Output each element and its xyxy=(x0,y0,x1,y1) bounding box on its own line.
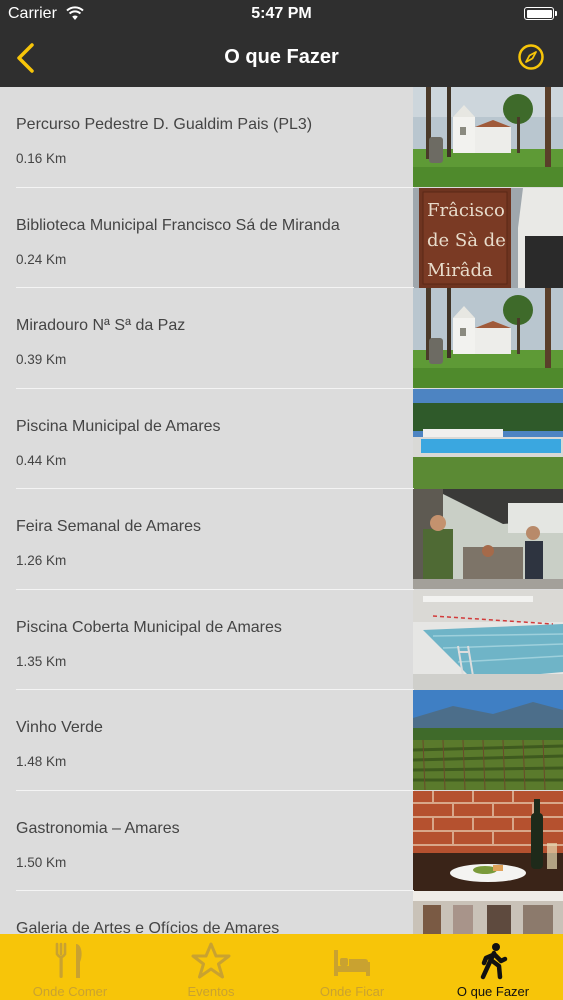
sign-text-line-2: de Sà de xyxy=(427,230,506,251)
list-item[interactable]: Miradouro Nª Sª da Paz 0.39 Km xyxy=(0,288,563,389)
item-thumbnail xyxy=(413,87,563,187)
list-item[interactable]: Galeria de Artes e Ofícios de Amares xyxy=(0,891,563,934)
list-item[interactable]: Piscina Coberta Municipal de Amares 1.35… xyxy=(0,589,563,690)
item-thumbnail xyxy=(413,790,563,891)
tab-onde-comer[interactable]: Onde Comer xyxy=(0,934,140,1000)
list-item[interactable]: Biblioteca Municipal Francisco Sá de Mir… xyxy=(0,187,563,288)
walking-person-icon xyxy=(480,943,508,980)
sign-text-line-3: Mirâda xyxy=(427,260,493,281)
item-thumbnail xyxy=(413,489,563,589)
item-distance: 1.50 Km xyxy=(16,854,67,870)
tab-onde-ficar[interactable]: Onde Ficar xyxy=(282,934,422,1000)
status-bar: Carrier 5:47 PM xyxy=(0,0,563,28)
activities-list[interactable]: Percurso Pedestre D. Gualdim Pais (PL3) … xyxy=(0,87,563,934)
item-title: Feira Semanal de Amares xyxy=(16,518,201,535)
item-title: Piscina Municipal de Amares xyxy=(16,417,221,435)
item-thumbnail xyxy=(413,891,563,934)
page-title: O que Fazer xyxy=(224,46,339,68)
item-thumbnail xyxy=(413,388,563,489)
list-item[interactable]: Vinho Verde 1.48 Km xyxy=(0,690,563,791)
item-title: Vinho Verde xyxy=(16,719,103,736)
tab-label: O que Fazer xyxy=(456,984,530,999)
item-title: Piscina Coberta Municipal de Amares xyxy=(16,618,282,636)
star-icon xyxy=(191,942,231,979)
item-thumbnail xyxy=(413,589,563,690)
list-item[interactable]: Gastronomia – Amares 1.50 Km xyxy=(0,790,563,891)
clock: 5:47 PM xyxy=(251,5,312,22)
tab-label: Onde Comer xyxy=(32,984,108,999)
item-title: Percurso Pedestre D. Gualdim Pais (PL3) xyxy=(16,116,313,133)
item-distance: 1.26 Km xyxy=(16,553,67,568)
battery-icon xyxy=(524,7,557,20)
sign-text-line-1: Frâcisco xyxy=(427,200,505,221)
item-thumbnail xyxy=(413,690,563,790)
item-title: Galeria de Artes e Ofícios de Amares xyxy=(16,920,280,934)
item-distance: 1.48 Km xyxy=(16,754,67,769)
item-title: Miradouro Nª Sª da Paz xyxy=(16,317,186,334)
item-distance: 0.24 Km xyxy=(16,251,67,267)
tab-bar: Onde Comer Eventos Onde Ficar O que Faze… xyxy=(0,934,563,1000)
compass-icon[interactable] xyxy=(517,43,545,71)
list-item[interactable]: Piscina Municipal de Amares 0.44 Km xyxy=(0,388,563,489)
tab-label: Eventos xyxy=(187,984,235,999)
list-item[interactable]: Percurso Pedestre D. Gualdim Pais (PL3) … xyxy=(0,87,563,188)
list-item[interactable]: Feira Semanal de Amares 1.26 Km xyxy=(0,489,563,590)
item-thumbnail xyxy=(413,288,563,388)
navigation-bar: O que Fazer xyxy=(0,28,563,87)
item-thumbnail: Frâcisco de Sà de Mirâda xyxy=(413,187,563,288)
fork-knife-icon xyxy=(55,942,82,978)
item-title: Biblioteca Municipal Francisco Sá de Mir… xyxy=(16,216,340,234)
item-distance: 0.39 Km xyxy=(16,352,67,367)
tab-eventos[interactable]: Eventos xyxy=(141,934,281,1000)
item-distance: 1.35 Km xyxy=(16,653,67,669)
bed-icon xyxy=(334,950,370,976)
item-distance: 0.16 Km xyxy=(16,151,67,166)
tab-o-que-fazer[interactable]: O que Fazer xyxy=(423,934,563,1000)
item-distance: 0.44 Km xyxy=(16,452,67,468)
tab-label: Onde Ficar xyxy=(319,984,385,999)
item-title: Gastronomia – Amares xyxy=(16,819,180,837)
